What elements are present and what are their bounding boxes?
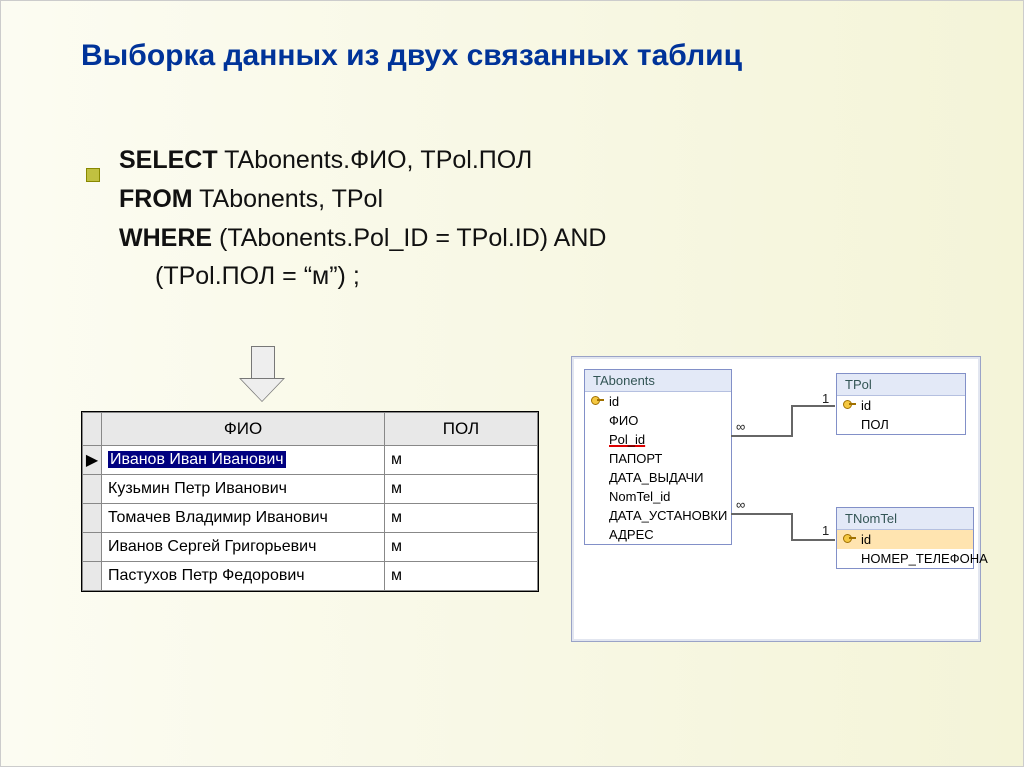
schema-table-title: TNomTel [837,508,973,530]
relation-cardinality: 1 [822,523,829,538]
cell-pol: м [385,562,538,591]
bullet-icon [86,168,100,182]
arrow-down-icon [239,346,285,406]
row-marker [83,475,102,504]
schema-field: id [837,396,965,415]
schema-table-tpol: TPol id ПОЛ [836,373,966,435]
schema-field: ФИО [585,411,731,430]
relation-line-icon [791,539,835,541]
table-row: Пастухов Петр Федорович м [83,562,538,591]
where-rest: (TAbonents.Pol_ID = TPol.ID) AND [212,224,606,252]
result-table-wrap: ФИО ПОЛ ▶ Иванов Иван Иванович м Кузьмин… [81,411,539,592]
sql-line-where: WHERE (TAbonents.Pol_ID = TPol.ID) AND [119,219,943,258]
row-marker [83,533,102,562]
th-pol: ПОЛ [385,413,538,446]
sql-line-from: FROM TAbonents, TPol [119,180,943,219]
relationships-panel: TAbonents id ФИО Pol_id ПАПОРТ ДАТА_ВЫДА… [571,356,981,642]
relation-line-icon [791,405,793,437]
cell-pol: м [385,475,538,504]
relation-cardinality: ∞ [736,419,745,434]
select-rest: TAbonents.ФИО, TPol.ПОЛ [218,146,533,174]
kw-where: WHERE [119,224,212,252]
row-marker [83,562,102,591]
sql-line-select: SELECT TAbonents.ФИО, TPol.ПОЛ [119,141,943,180]
schema-table-title: TAbonents [585,370,731,392]
relation-cardinality: 1 [822,391,829,406]
relation-line-icon [791,513,793,539]
row-marker: ▶ [83,446,102,475]
result-table: ФИО ПОЛ ▶ Иванов Иван Иванович м Кузьмин… [82,412,538,591]
schema-table-tabonents: TAbonents id ФИО Pol_id ПАПОРТ ДАТА_ВЫДА… [584,369,732,545]
sql-block: SELECT TAbonents.ФИО, TPol.ПОЛ FROM TAbo… [1,73,1023,296]
row-marker [83,504,102,533]
cell-pol: м [385,446,538,475]
cell-fio: Иванов Иван Иванович [102,446,385,475]
table-row: ▶ Иванов Иван Иванович м [83,446,538,475]
relation-line-icon [731,435,791,437]
schema-field: id [837,530,973,549]
from-rest: TAbonents, TPol [193,185,383,213]
schema-field: ДАТА_ВЫДАЧИ [585,468,731,487]
th-fio: ФИО [102,413,385,446]
cell-fio: Томачев Владимир Иванович [102,504,385,533]
cell-fio: Кузьмин Петр Иванович [102,475,385,504]
kw-select: SELECT [119,146,218,174]
schema-field: id [585,392,731,411]
slide-title: Выборка данных из двух связанных таблиц [1,1,1023,73]
cell-pol: м [385,533,538,562]
schema-table-title: TPol [837,374,965,396]
schema-field: ПОЛ [837,415,965,434]
cell-pol: м [385,504,538,533]
schema-field: NomTel_id [585,487,731,506]
th-marker [83,413,102,446]
sql-line-where2: (TPol.ПОЛ = “м”) ; [119,257,943,296]
relation-cardinality: ∞ [736,497,745,512]
cell-fio: Пастухов Петр Федорович [102,562,385,591]
cell-fio: Иванов Сергей Григорьевич [102,533,385,562]
slide: Выборка данных из двух связанных таблиц … [0,0,1024,767]
schema-field: ПАПОРТ [585,449,731,468]
schema-field: Pol_id [585,430,731,449]
kw-from: FROM [119,185,193,213]
table-row: Кузьмин Петр Иванович м [83,475,538,504]
schema-field: НОМЕР_ТЕЛЕФОНА [837,549,973,568]
schema-field: ДАТА_УСТАНОВКИ [585,506,731,525]
schema-table-tnomtel: TNomTel id НОМЕР_ТЕЛЕФОНА [836,507,974,569]
relation-line-icon [731,513,791,515]
table-row: Томачев Владимир Иванович м [83,504,538,533]
schema-field: АДРЕС [585,525,731,544]
table-row: Иванов Сергей Григорьевич м [83,533,538,562]
